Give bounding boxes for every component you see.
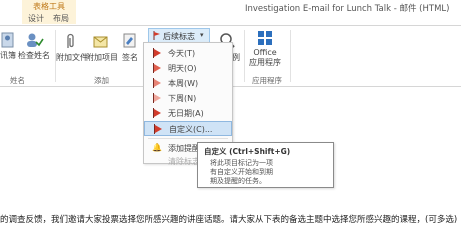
menu-item-today[interactable]: 今天(T) (144, 46, 232, 61)
signature-label: 签名 (122, 53, 138, 62)
check-names-button[interactable]: 检查姓名 (17, 32, 51, 61)
tooltip-title: 自定义 (Ctrl+Shift+G) (204, 147, 291, 156)
office-apps-label-line1: Office (253, 48, 277, 57)
paperclip-icon (67, 33, 74, 48)
menu-item-no-date[interactable]: 无日期(A) (144, 106, 232, 121)
custom-flag-tooltip: 自定义 (Ctrl+Shift+G) 将此项目标记为一项 有自定义开始和到期 期… (197, 142, 334, 188)
message-body-text[interactable]: 的调查反馈，我们邀请大家投票选择您所感兴趣的讲座话题。请大家从下表的备选主题中选… (0, 213, 457, 225)
attach-item-label: 附加项目 (86, 53, 118, 62)
menu-item-next-week[interactable]: 下周(N) (144, 91, 232, 106)
menu-item-this-week[interactable]: 本周(W) (144, 76, 232, 91)
attach-file-button[interactable]: 附加文件 (56, 32, 88, 63)
include-group-label: 添加 (94, 76, 109, 85)
address-book-icon (1, 32, 14, 48)
attach-item-button[interactable]: 附加项目 (86, 32, 118, 63)
signature-button[interactable]: 签名 (118, 32, 142, 63)
signature-icon (123, 33, 136, 48)
tab-design[interactable]: 设计 (28, 13, 44, 24)
tooltip-line: 期及提醒的任务。 (210, 177, 266, 185)
tab-layout[interactable]: 布局 (53, 13, 69, 24)
window-title: Investigation E-mail for Lunch Talk - 邮件… (245, 4, 450, 14)
flag-icon (153, 31, 161, 42)
check-names-icon (27, 33, 44, 47)
apps-group-label: 应用程序 (252, 76, 282, 85)
chevron-down-icon: ▾ (200, 31, 204, 39)
menu-divider (148, 138, 228, 139)
table-tools-label: 表格工具 (33, 2, 65, 11)
menu-item-custom[interactable]: 自定义(C)... (144, 121, 232, 136)
office-apps-label-line2: 应用程序 (249, 58, 281, 67)
office-apps-icon (258, 31, 272, 45)
ribbon-separator (244, 30, 245, 82)
ribbon-separator (290, 30, 291, 82)
address-book-label: 讯簿 (0, 51, 16, 60)
office-apps-button[interactable]: Office 应用程序 (248, 30, 282, 68)
names-group-label: 姓名 (10, 76, 25, 85)
bell-icon: 🔔 (152, 143, 162, 152)
attach-file-label: 附加文件 (56, 53, 88, 62)
envelope-attach-icon (93, 36, 108, 48)
check-names-label: 检查姓名 (18, 51, 50, 60)
address-book-button[interactable]: 讯簿 (0, 32, 16, 61)
follow-up-flag-label: 后续标志 (163, 32, 195, 41)
menu-item-tomorrow[interactable]: 明天(O) (144, 61, 232, 76)
